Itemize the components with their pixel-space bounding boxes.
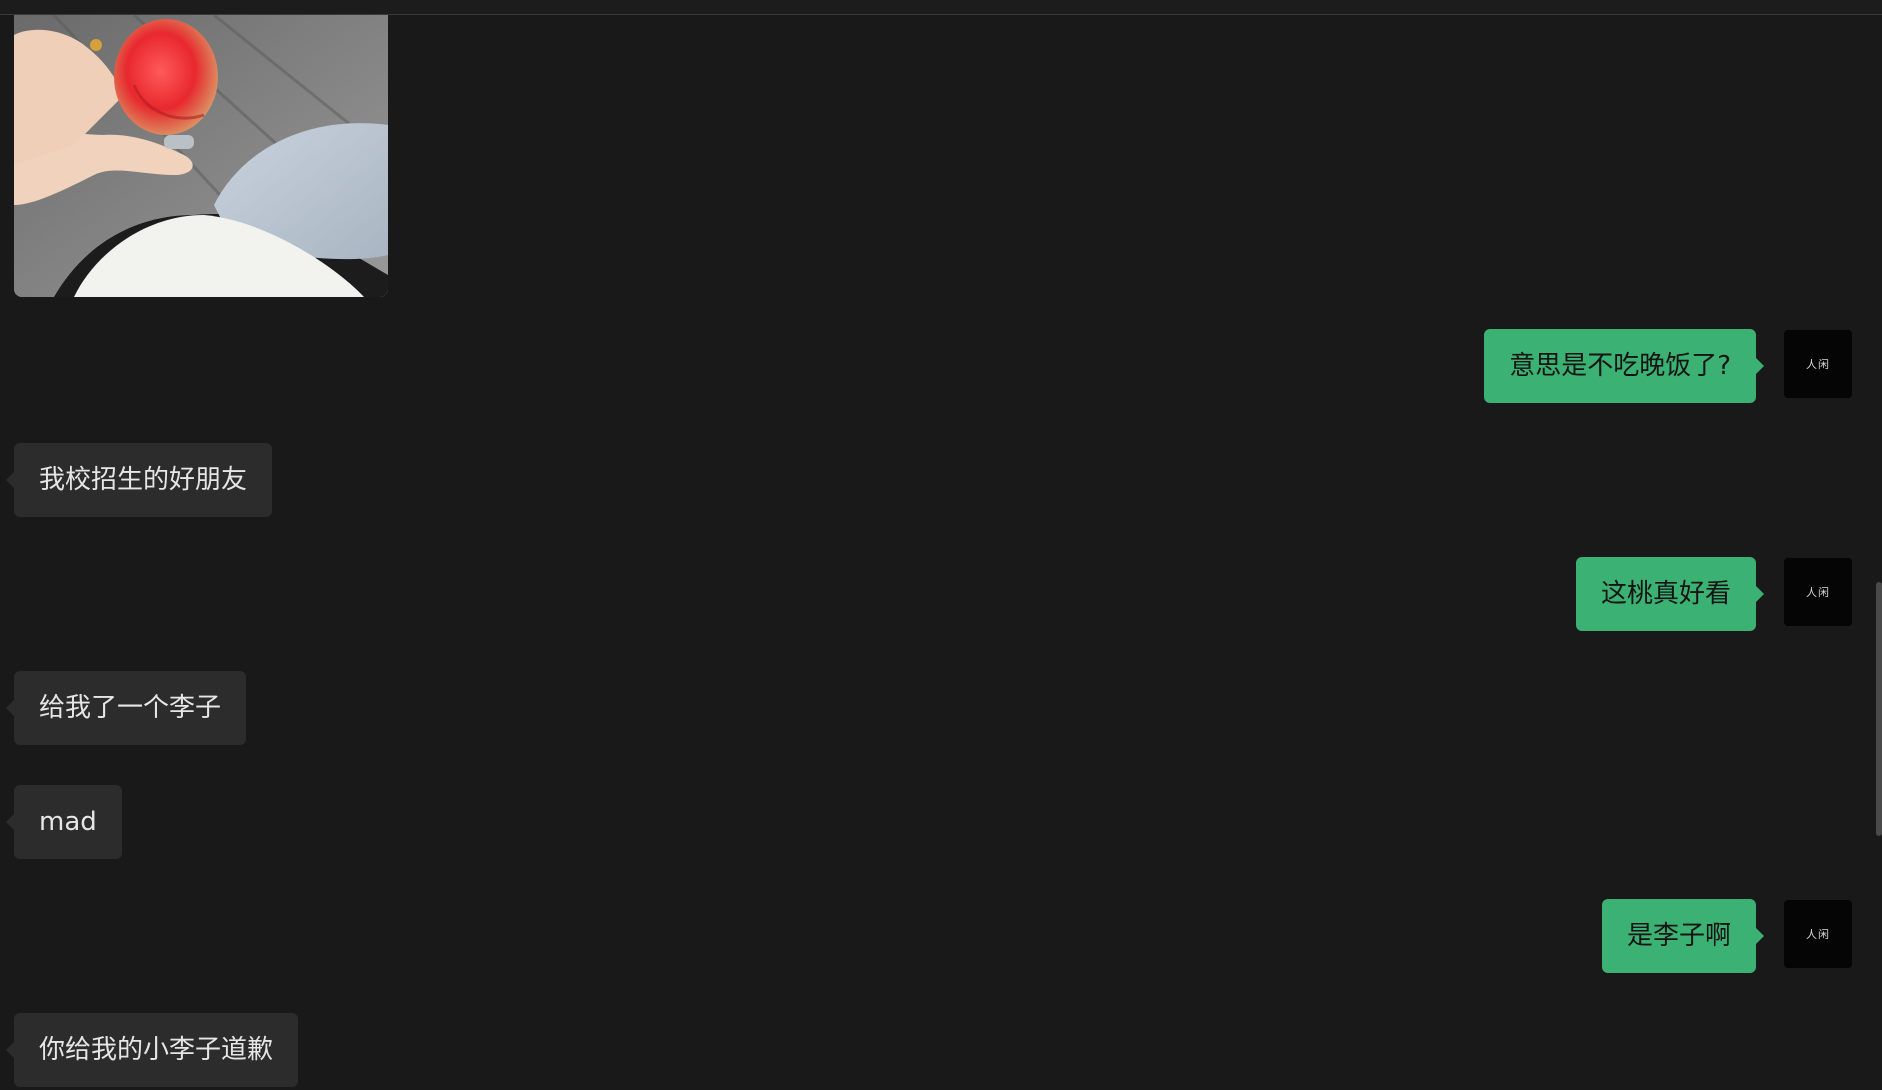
photo-message[interactable] [14, 15, 388, 297]
outgoing-message-bubble[interactable]: 意思是不吃晚饭了? [1484, 329, 1764, 403]
scrollbar[interactable] [1876, 582, 1882, 836]
outgoing-message-bubble[interactable]: 这桃真好看 [1575, 557, 1765, 631]
top-divider [0, 0, 1882, 15]
chat-window: 意思是不吃晚饭了? 人闲 我校招生的好朋友 这桃真好看 人闲 给我了一个李子 m… [0, 0, 1882, 1090]
incoming-message-bubble[interactable]: 你给我的小李子道歉 [5, 1013, 299, 1087]
incoming-message-bubble[interactable]: mad [6, 785, 122, 859]
incoming-message-bubble[interactable]: 给我了一个李子 [5, 671, 247, 745]
outgoing-message-bubble[interactable]: 是李子啊 [1601, 899, 1765, 973]
avatar[interactable]: 人闲 [1784, 900, 1852, 968]
incoming-message-bubble[interactable]: 我校招生的好朋友 [5, 443, 273, 517]
avatar[interactable]: 人闲 [1784, 330, 1852, 398]
peach-photo-image [14, 15, 388, 297]
avatar[interactable]: 人闲 [1784, 558, 1852, 626]
